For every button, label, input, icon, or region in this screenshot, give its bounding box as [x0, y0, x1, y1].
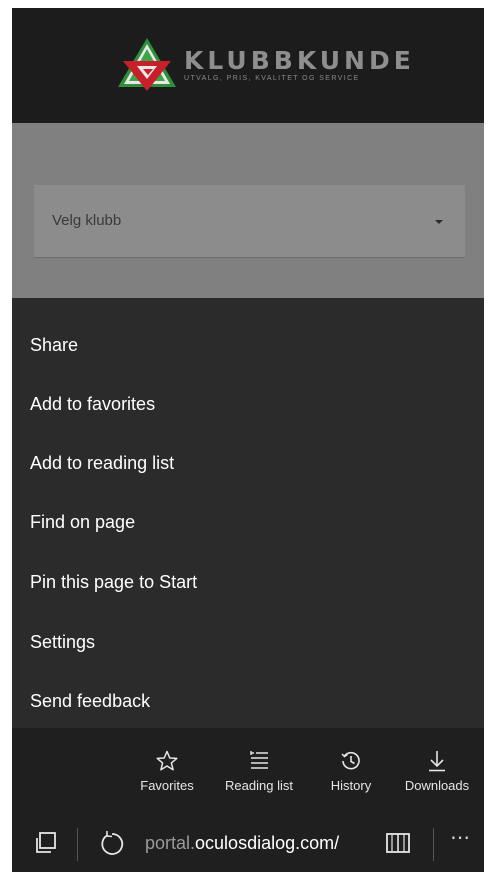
url-prefix: portal.	[145, 833, 196, 853]
klubbkunde-logo-icon	[118, 38, 176, 91]
menu-item-settings[interactable]: Settings	[30, 632, 95, 653]
history-label: History	[330, 778, 372, 793]
menu-item-share[interactable]: Share	[30, 335, 78, 356]
more-options-icon[interactable]: ⋯	[450, 825, 471, 850]
url-domain: oculosdialog.com/	[195, 833, 340, 853]
browser-overflow-menu: Share Add to favorites Add to reading li…	[12, 298, 484, 728]
favorites-button[interactable]: Favorites	[122, 750, 212, 793]
history-button[interactable]: History	[306, 750, 396, 793]
star-icon	[156, 750, 178, 771]
address-bar: portal.oculosdialog.com/ ⋯	[12, 816, 484, 872]
menu-item-send-feedback[interactable]: Send feedback	[30, 691, 150, 712]
menu-item-add-to-favorites[interactable]: Add to favorites	[30, 394, 155, 415]
brand-tagline: UTVALG, PRIS, KVALITET OG SERVICE	[184, 75, 360, 82]
browser-window: KLUBBKUNDE UTVALG, PRIS, KVALITET OG SER…	[12, 8, 484, 872]
history-icon	[341, 751, 360, 770]
caret-down-icon	[435, 220, 443, 224]
url-field[interactable]: portal.oculosdialog.com/	[145, 833, 351, 854]
page-content-dimmed: Velg klubb	[12, 123, 484, 298]
browser-toolbar: Favorites Reading list History Downloads…	[12, 728, 484, 872]
menu-item-find-on-page[interactable]: Find on page	[30, 512, 135, 533]
downloads-label: Downloads	[404, 778, 470, 793]
brand-name: KLUBBKUNDE	[184, 46, 415, 75]
reading-list-icon	[250, 751, 268, 769]
reading-list-label: Reading list	[225, 778, 293, 793]
tabs-icon[interactable]	[34, 831, 58, 855]
downloads-button[interactable]: Downloads	[392, 750, 482, 793]
reading-view-book-icon[interactable]	[385, 831, 411, 855]
favorites-label: Favorites	[140, 778, 194, 793]
reading-list-button[interactable]: Reading list	[214, 750, 304, 793]
club-select-value: Velg klubb	[52, 212, 122, 229]
refresh-icon[interactable]	[98, 830, 126, 858]
club-select-dropdown[interactable]: Velg klubb	[34, 185, 465, 258]
menu-item-pin-to-start[interactable]: Pin this page to Start	[30, 572, 197, 593]
menu-item-add-to-reading-list[interactable]: Add to reading list	[30, 453, 174, 474]
separator	[433, 828, 434, 861]
site-header: KLUBBKUNDE UTVALG, PRIS, KVALITET OG SER…	[12, 8, 484, 123]
separator	[77, 828, 78, 861]
download-icon	[429, 751, 445, 772]
